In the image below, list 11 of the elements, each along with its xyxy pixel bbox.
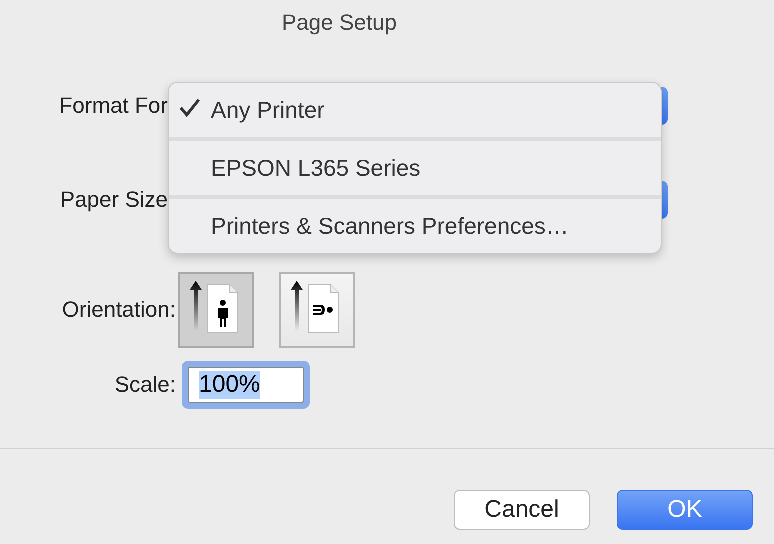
portrait-button[interactable]: [178, 272, 254, 348]
menu-item[interactable]: Printers & Scanners Preferences…: [169, 199, 661, 253]
landscape-button[interactable]: [279, 272, 355, 348]
field-label: Format For: [58, 93, 168, 119]
menu-item[interactable]: Any Printer: [169, 83, 661, 137]
window-title: Page Setup: [282, 10, 397, 36]
field-label: Orientation:: [61, 297, 176, 323]
field-label: Paper Size: [59, 187, 168, 213]
menu-item[interactable]: EPSON L365 Series: [169, 141, 661, 195]
field-label: Scale:: [114, 372, 176, 398]
cancel-button[interactable]: Cancel: [454, 490, 590, 530]
